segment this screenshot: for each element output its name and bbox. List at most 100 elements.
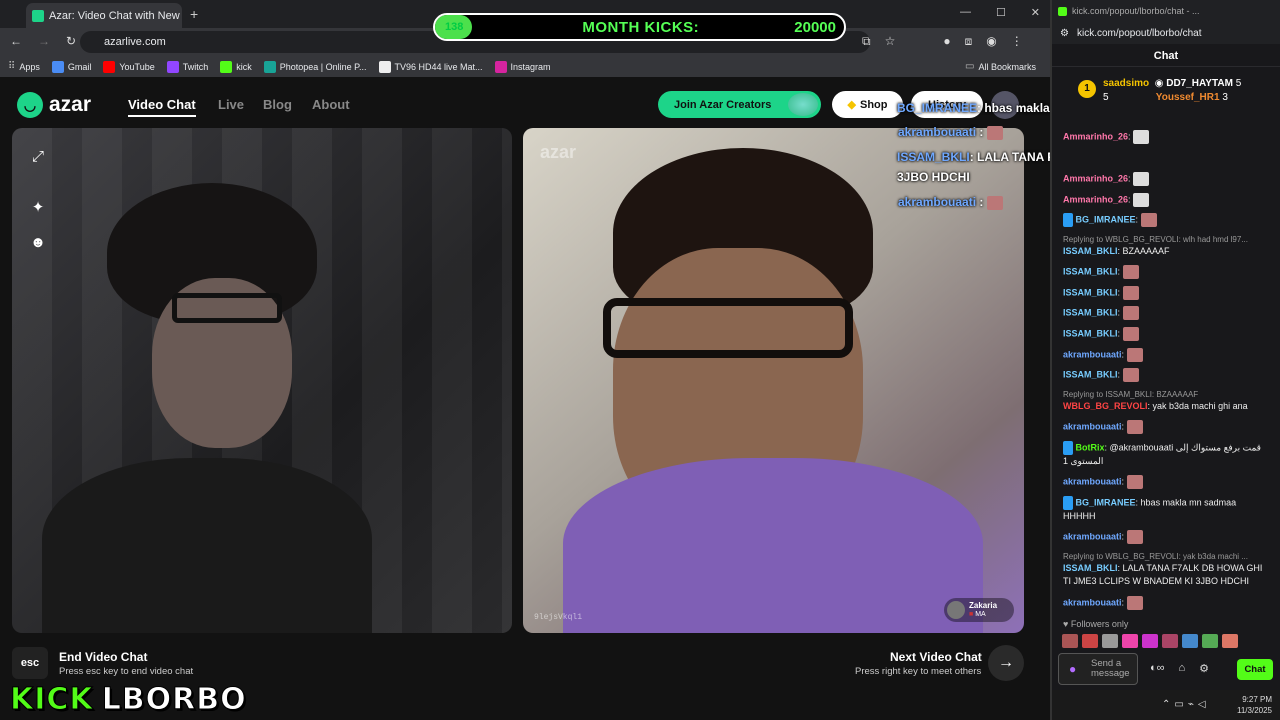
emote-icon[interactable] [1082,634,1098,648]
chat-user[interactable]: Ammarinho_26 [1063,194,1128,204]
settings-icon[interactable]: ⚙ [1199,662,1209,675]
bookmark-kick[interactable]: kick [220,60,252,73]
emote-icon[interactable] [1182,634,1198,648]
emote-icon[interactable] [1162,634,1178,648]
brand-kick: KICK [10,682,94,718]
reload-icon[interactable]: ↻ [66,34,76,48]
mic-icon[interactable]: ● [1069,663,1076,675]
chat-user[interactable]: WBLG_BG_REVOLI [1063,401,1148,411]
all-bookmarks[interactable]: ▭ All Bookmarks [965,61,1036,73]
chat-message: akrambouaati: [1063,348,1268,362]
minimize-icon[interactable]: — [960,6,971,19]
chat-user[interactable]: akrambouaati [1063,531,1122,541]
instagram-icon [494,60,507,73]
emote-icon[interactable] [1102,634,1118,648]
puzzle-icon[interactable]: ⧈ [965,34,973,49]
chat-user[interactable]: Ammarinho_26 [1063,131,1128,141]
forward-icon[interactable]: → [38,34,50,48]
chat-user[interactable]: BG_IMRANEE [1076,214,1136,224]
emote-picker-icon[interactable]: ◐∞ [1150,662,1165,675]
maximize-icon[interactable]: ☐ [996,6,1006,19]
peer-avatar [947,601,965,619]
kick-address-bar[interactable]: ⚙ kick.com/popout/lborbo/chat [1052,22,1280,44]
taskbar: ⌃▭⌁◁ 9:27 PM 11/3/2025 [1052,690,1280,720]
bookmark-photopea[interactable]: Photopea | Online P... [263,60,367,73]
chat-user[interactable]: ISSAM_BKLI [1063,266,1118,276]
twitch-icon [166,60,179,73]
chat-user[interactable]: akrambouaati [1063,421,1122,431]
bookmark-label: All Bookmarks [978,61,1036,72]
send-chat-button[interactable]: Chat [1237,659,1273,680]
overlay-msg-4: akrambouaati : [898,195,1003,210]
emote-icon [986,195,1003,210]
new-tab-icon[interactable]: + [190,6,198,22]
esc-key-button[interactable]: esc [12,647,48,679]
close-window-icon[interactable]: ✕ [1031,6,1040,19]
emote-icon [1122,286,1139,300]
chat-user[interactable]: BG_IMRANEE [1076,497,1136,507]
nav-blog[interactable]: Blog [263,97,292,112]
menu-icon[interactable]: ⋮ [1011,34,1023,49]
chat-user[interactable]: BotRix [1076,442,1105,452]
chat-user[interactable]: ISSAM_BKLI [1063,563,1118,573]
emote-icon[interactable] [1142,634,1158,648]
chat-user[interactable]: akrambouaati [1063,349,1122,359]
top-gifter-2: DD7_HAYTAM [1166,78,1233,89]
bookmark-tv96[interactable]: TV96 HD44 live Mat... [378,60,483,73]
store-icon[interactable]: ⌂ [1179,662,1186,675]
next-arrow-button[interactable]: → [988,645,1024,681]
chat-message: ISSAM_BKLI: [1063,306,1268,320]
chat-message: ISSAM_BKLI: LALA TANA F7ALK DB HOWA GHI … [1063,563,1263,586]
chat-input-placeholder: Send a message [1091,658,1130,679]
end-video-chat-title[interactable]: End Video Chat [59,650,147,664]
chat-user[interactable]: ISSAM_BKLI [1063,287,1118,297]
chat-user[interactable]: ISSAM_BKLI [1063,246,1118,256]
peer-glasses [603,298,853,358]
peer-badge[interactable]: Zakaria ■ MA [944,598,1014,622]
expand-icon[interactable]: ⤢ [28,147,48,167]
sparkle-icon[interactable]: ✦ [28,198,48,218]
chat-user[interactable]: akrambouaati [1063,597,1122,607]
back-icon[interactable]: ← [10,34,22,48]
bookmark-label: Photopea | Online P... [279,61,367,72]
emote-icon[interactable] [1222,634,1238,648]
chat-user[interactable]: ISSAM_BKLI [1063,307,1118,317]
star-icon[interactable]: ☆ [885,34,896,49]
nav-video-chat[interactable]: Video Chat [128,97,196,117]
chat-user[interactable]: akrambouaati [1063,476,1122,486]
chat-message: akrambouaati: [1063,420,1268,434]
nav-about[interactable]: About [312,97,350,112]
chat-user[interactable]: ISSAM_BKLI [1063,328,1118,338]
bookmark-twitch[interactable]: Twitch [166,60,208,73]
chat-message: ISSAM_BKLI: [1063,265,1268,279]
emote-icon[interactable] [1122,634,1138,648]
chat-user[interactable]: ISSAM_BKLI [1063,369,1118,379]
next-video-chat-title[interactable]: Next Video Chat [890,650,982,664]
chat-input[interactable]: ● Send a message [1058,653,1138,685]
extension-icon[interactable]: ● [943,34,950,49]
bookmark-youtube[interactable]: YouTube [103,60,155,73]
shop-button[interactable]: ◆ Shop [832,91,903,118]
emote-icon[interactable] [1202,634,1218,648]
emote-icon[interactable] [1062,634,1078,648]
azar-logo[interactable]: ◡ azar [17,92,91,118]
emoji-icon[interactable]: ☻ [28,233,48,253]
clock[interactable]: 9:27 PM 11/3/2025 [1237,694,1272,716]
azar-watermark: azar [540,142,577,162]
tray-icons[interactable]: ⌃▭⌁◁ [1162,699,1210,710]
bookmark-gmail[interactable]: Gmail [51,60,91,73]
nav-live[interactable]: Live [218,97,244,112]
install-icon[interactable]: ⧉ [862,34,871,49]
tab-azar[interactable]: Azar: Video Chat with New ✕ [26,3,182,28]
profile-icon[interactable]: ◉ [986,34,996,49]
bookmark-instagram[interactable]: Instagram [494,60,551,73]
kick-icon [1058,6,1067,16]
emote-icon [1133,193,1150,207]
chat-user[interactable]: Ammarinho_26 [1063,173,1128,183]
site-info-icon: ⚙ [1060,27,1069,39]
tab-title: Azar: Video Chat with New [49,9,180,22]
top-gifter-1: saadsimo [1103,78,1150,89]
bookmark-apps[interactable]: ⠿ Apps [8,61,40,73]
overlay-msg-2: akrambouaati : [898,125,1003,140]
kick-window-title: kick.com/popout/lborbo/chat - ... [1072,6,1200,16]
